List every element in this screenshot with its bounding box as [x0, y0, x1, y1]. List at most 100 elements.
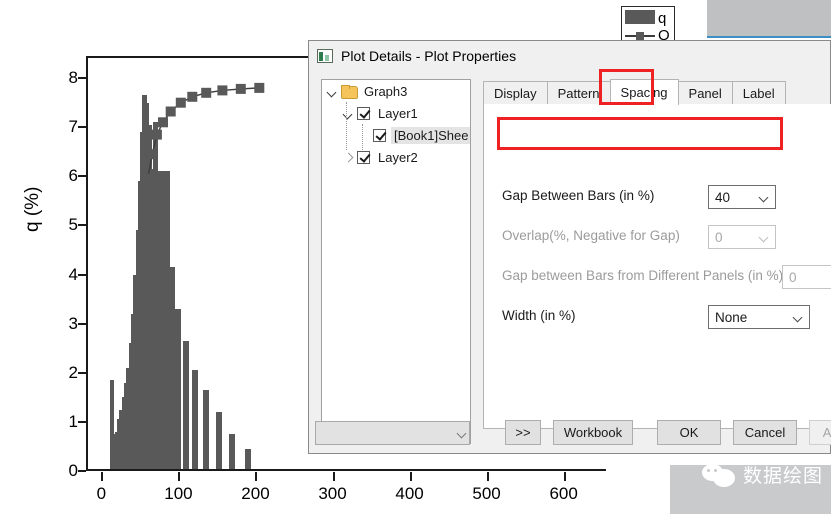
y-tick-label: 7: [68, 117, 78, 137]
y-tick-label: 0: [68, 461, 78, 480]
field-label: Gap Between Bars (in %): [502, 188, 655, 203]
watermark-text: 数据绘图: [742, 465, 823, 487]
folder-icon: [341, 84, 358, 99]
y-tick-mark: [78, 224, 86, 227]
x-tick-mark: [255, 472, 258, 481]
top-right-panel-band: [707, 0, 831, 36]
y-tick-mark: [78, 371, 86, 374]
cumulative-marker: [235, 83, 246, 94]
y-tick-mark: [78, 420, 86, 423]
y-axis-title: q (%): [22, 186, 43, 232]
tree-checkbox[interactable]: [357, 106, 370, 120]
combo-width-in[interactable]: None: [708, 305, 810, 329]
tree-checkbox[interactable]: [357, 150, 370, 164]
x-axis-line: [86, 469, 606, 471]
cumulative-marker: [165, 106, 176, 117]
combo-value: None: [715, 309, 748, 325]
legend-swatch-q: [625, 10, 655, 24]
tab-label[interactable]: Label: [731, 81, 786, 105]
cumulative-marker: [201, 87, 212, 98]
tab-display[interactable]: Display: [483, 81, 548, 105]
combo-overlap-negative-for-gap: 0: [708, 225, 776, 249]
cumulative-marker: [254, 82, 265, 93]
field-label: Overlap(%, Negative for Gap): [502, 228, 680, 243]
tree-node-layer1[interactable]: Layer1: [322, 102, 470, 124]
y-tick-mark: [78, 77, 86, 80]
cumulative-marker: [158, 117, 168, 128]
y-axis-labels: 0 1 2 3 4 5 6 7 8: [44, 56, 78, 480]
chevron-down-icon[interactable]: [342, 107, 355, 120]
tree-node-label: Graph3: [364, 83, 408, 99]
chevron-down-icon: [755, 226, 775, 248]
x-tick-label: 400: [395, 484, 424, 503]
tree-node-book1-shee[interactable]: [Book1]Shee: [322, 124, 470, 146]
y-tick-mark: [78, 126, 86, 129]
y-tick-mark: [78, 322, 86, 325]
chevron-right-icon[interactable]: [342, 151, 355, 164]
field-label: Gap between Bars from Different Panels (…: [502, 268, 784, 283]
x-tick-label: 300: [318, 484, 347, 503]
x-tick-label: 100: [164, 484, 193, 503]
top-right-blue-rule: [707, 36, 831, 38]
x-tick-mark: [178, 472, 181, 481]
x-tick-mark: [409, 472, 412, 481]
tree-node-label: [Book1]Shee: [391, 126, 470, 144]
workbook-button[interactable]: Workbook: [553, 420, 633, 445]
wechat-icon: [701, 462, 736, 488]
plot-properties-icon: [317, 49, 333, 63]
x-tick-mark: [563, 472, 566, 481]
x-tick-mark: [332, 472, 335, 481]
tree-connector: [362, 124, 363, 150]
cancel-button[interactable]: Cancel: [733, 420, 797, 445]
x-tick-label: 600: [549, 484, 578, 503]
plot-details-dialog: Plot Details - Plot Properties Graph3 Lay…: [308, 40, 831, 454]
plot-tree-panel[interactable]: Graph3 Layer1 [Book1]Shee Layer2: [321, 79, 471, 429]
x-tick-mark: [486, 472, 489, 481]
dialog-titlebar[interactable]: Plot Details - Plot Properties: [309, 41, 830, 71]
-button[interactable]: >>: [505, 420, 541, 445]
chevron-down-icon[interactable]: [326, 85, 339, 98]
y-tick-mark: [78, 273, 86, 276]
combo-value: 0: [715, 229, 723, 245]
y-tick-mark: [78, 470, 86, 472]
legend-swatch-Q-marker: [636, 32, 644, 40]
ok-button[interactable]: OK: [657, 420, 721, 445]
apply-button: Apply: [809, 420, 831, 445]
x-tick-label: 500: [472, 484, 501, 503]
spacing-tab-panel: Gap Between Bars (in %) 40 Overlap(%, Nega…: [483, 104, 831, 429]
tab-pattern[interactable]: Pattern: [546, 81, 611, 105]
chevron-down-icon: [456, 428, 467, 439]
y-tick-label: 3: [68, 313, 78, 333]
field-label: Width (in %): [502, 308, 576, 323]
tab-spacing[interactable]: Spacing: [609, 79, 679, 105]
combo-value: 40: [715, 189, 731, 205]
x-tick-mark: [101, 472, 104, 481]
tab-panel[interactable]: Panel: [677, 81, 733, 105]
chart-legend[interactable]: q Q: [621, 6, 675, 44]
y-tick-mark: [78, 175, 86, 178]
tree-node-label: Layer1: [378, 105, 418, 121]
y-tick-label: 4: [68, 264, 78, 284]
chevron-down-icon: [755, 186, 775, 208]
y-tick-label: 2: [68, 362, 78, 382]
tree-node-layer2[interactable]: Layer2: [322, 146, 470, 168]
legend-label-q: q: [658, 10, 667, 27]
properties-tab-strip: Display Pattern Spacing Panel Label: [483, 79, 828, 105]
cumulative-marker: [187, 91, 198, 102]
cumulative-marker: [151, 129, 162, 140]
combo-value: 0: [789, 269, 797, 285]
cumulative-marker: [147, 149, 158, 160]
tree-connector: [346, 102, 347, 150]
combo-gap-between-bars-in[interactable]: 40: [708, 185, 776, 209]
cumulative-marker: [217, 85, 228, 96]
tree-node-label: Layer2: [378, 149, 418, 165]
tree-node-graph3[interactable]: Graph3: [322, 80, 470, 102]
chevron-down-icon: [789, 306, 809, 328]
x-axis-labels: 0 100 200 300 400 500 600: [86, 472, 606, 512]
tree-checkbox[interactable]: [373, 128, 386, 142]
cumulative-marker: [175, 97, 186, 108]
y-tick-label: 6: [68, 166, 78, 186]
y-tick-label: 8: [68, 68, 78, 88]
bottom-select-combo[interactable]: [315, 421, 470, 445]
